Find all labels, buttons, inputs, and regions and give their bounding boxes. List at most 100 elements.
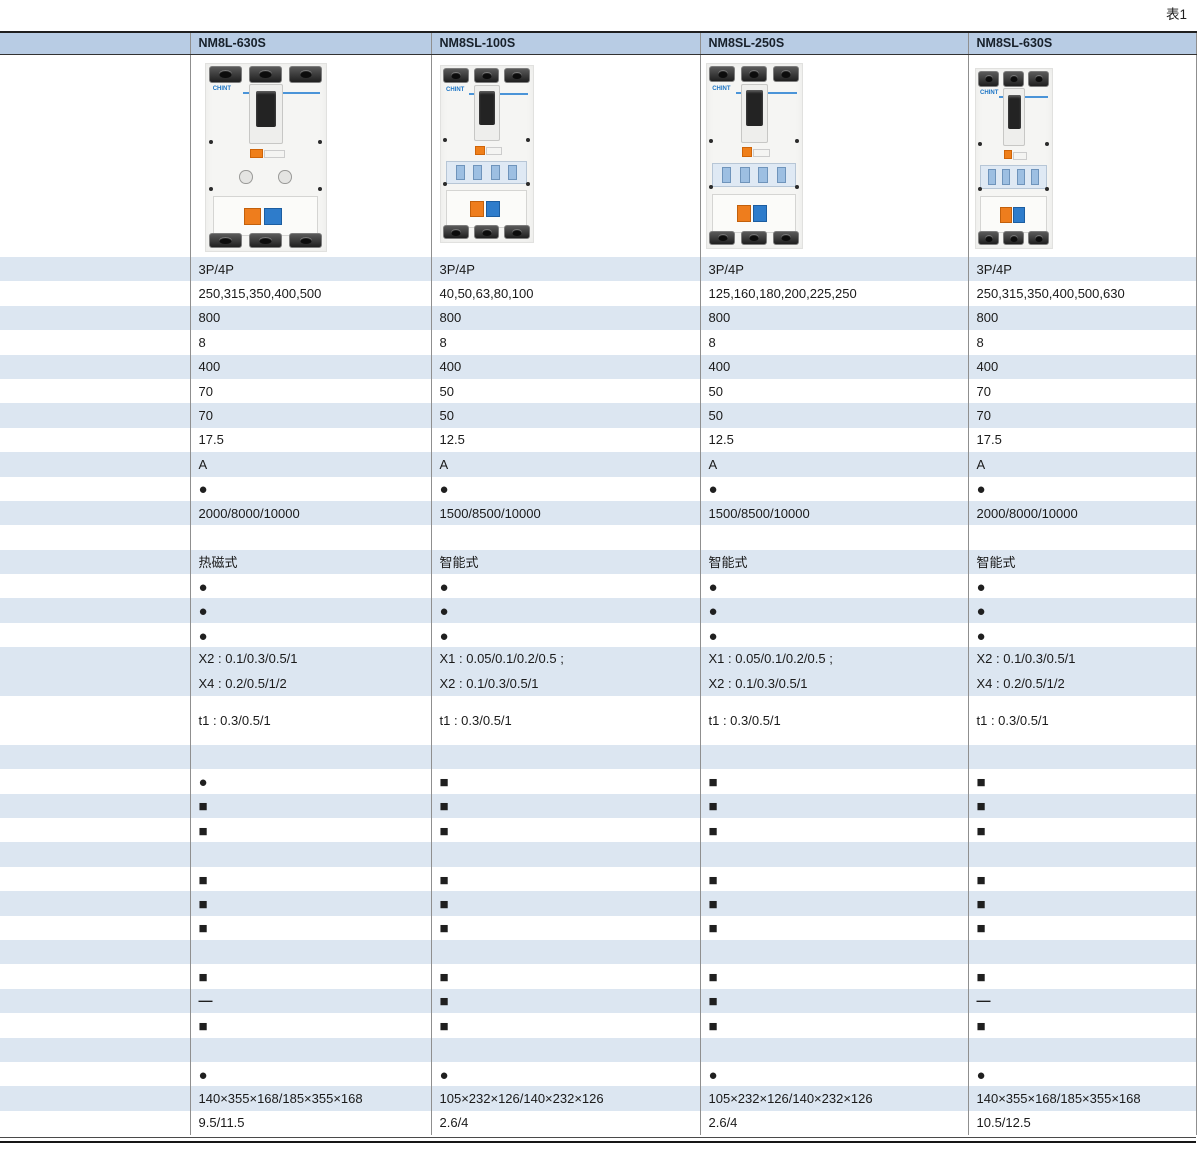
breaker-lower-panel <box>213 196 319 235</box>
table-bottom-border <box>0 1137 1196 1143</box>
spec-cell: 17.5 <box>190 428 431 452</box>
spec-row-19: ●■■■ <box>0 769 1196 793</box>
row-label-cell <box>0 1062 190 1086</box>
spec-cell <box>431 745 700 769</box>
dot-marker: ● <box>199 774 208 791</box>
breaker-test-button-blue <box>1013 207 1025 223</box>
spec-cell: ■ <box>700 867 968 891</box>
spec-row-29: ■■■■ <box>0 1013 1196 1037</box>
row-label-cell <box>0 428 190 452</box>
column-header-nm8sl-250s: NM8SL-250S <box>700 32 968 54</box>
row-label-cell <box>0 550 190 574</box>
row-label-cell <box>0 916 190 940</box>
dash-marker: — <box>199 992 213 1008</box>
spec-cell: 800 <box>700 306 968 330</box>
square-marker: ■ <box>440 993 449 1010</box>
spec-cell: 250,315,350,400,500,630 <box>968 281 1196 305</box>
breaker-lower-panel <box>712 194 796 233</box>
square-marker: ■ <box>977 896 986 913</box>
spec-cell: ● <box>431 477 700 501</box>
spec-cell <box>968 525 1196 549</box>
row-label-cell <box>0 623 190 647</box>
spec-cell: ● <box>700 598 968 622</box>
row-label-cell <box>0 477 190 501</box>
square-marker: ■ <box>709 1018 718 1035</box>
spec-cell <box>431 525 700 549</box>
spec-cell: 70 <box>190 403 431 427</box>
row-label-cell <box>0 598 190 622</box>
spec-row-24: ■■■■ <box>0 891 1196 915</box>
spec-table: NM8L-630S NM8SL-100S NM8SL-250S NM8SL-63… <box>0 31 1197 1135</box>
column-header-nm8sl-630s: NM8SL-630S <box>968 32 1196 54</box>
square-marker: ■ <box>709 823 718 840</box>
spec-cell: 3P/4P <box>700 257 968 281</box>
spec-cell <box>431 1038 700 1062</box>
product-image-nm8sl-630s: CHINT <box>975 68 1053 249</box>
breaker-bottom-terminals <box>978 231 1049 245</box>
breaker-handle <box>479 91 495 125</box>
breaker-rating-tag <box>250 149 263 158</box>
row-label-cell <box>0 989 190 1013</box>
breaker-top-terminals <box>978 71 1049 87</box>
breaker-handle <box>256 91 277 127</box>
spec-row-12: 热磁式智能式智能式智能式 <box>0 550 1196 574</box>
spec-cell: 400 <box>190 355 431 379</box>
breaker-handle-slot <box>741 84 769 143</box>
spec-cell <box>431 940 700 964</box>
spec-cell <box>968 842 1196 866</box>
spec-cell: 2.6/4 <box>431 1111 700 1135</box>
spec-row-15: ●●●● <box>0 623 1196 647</box>
spec-row-25: ■■■■ <box>0 916 1196 940</box>
product-cell-2: CHINT <box>431 54 700 257</box>
spec-cell: 1500/8500/10000 <box>431 501 700 525</box>
dot-marker: ● <box>199 579 208 596</box>
breaker-adjust-panel <box>213 164 319 188</box>
spec-cell: ■ <box>190 964 431 988</box>
square-marker: ■ <box>977 872 986 889</box>
row-label-cell <box>0 745 190 769</box>
dot-marker: ● <box>440 481 449 498</box>
dot-marker: ● <box>199 1067 208 1084</box>
spec-cell: ■ <box>968 794 1196 818</box>
row-label-cell <box>0 403 190 427</box>
dot-marker: ● <box>199 481 208 498</box>
breaker-adjust-panel <box>980 165 1047 188</box>
spec-cell: 8 <box>700 330 968 354</box>
spec-cell: ■ <box>190 867 431 891</box>
spec-cell: 140×355×168/185×355×168 <box>190 1086 431 1110</box>
spec-cell: 智能式 <box>431 550 700 574</box>
spec-cell: 800 <box>190 306 431 330</box>
spec-cell: 17.5 <box>968 428 1196 452</box>
spec-cell: ● <box>190 623 431 647</box>
spec-cell: 70 <box>190 379 431 403</box>
row-label-cell <box>0 525 190 549</box>
breaker-test-button-orange <box>244 208 262 225</box>
spec-cell: ■ <box>968 964 1196 988</box>
spec-cell: ■ <box>700 1013 968 1037</box>
spec-cell: 50 <box>431 403 700 427</box>
square-marker: ■ <box>977 823 986 840</box>
spec-row-26 <box>0 940 1196 964</box>
row-label-cell <box>0 818 190 842</box>
row-label-cell <box>0 696 190 745</box>
spec-row-2: 800800800800 <box>0 306 1196 330</box>
spec-cell: ■ <box>968 1013 1196 1037</box>
spec-cell: ■ <box>700 818 968 842</box>
spec-cell: t1 : 0.3/0.5/1 <box>968 696 1196 745</box>
page-root: 表1 NM8L-630S NM8SL-100S NM8SL-250S NM8SL… <box>0 0 1200 1155</box>
spec-row-28: —■■— <box>0 989 1196 1013</box>
spec-cell: 3P/4P <box>968 257 1196 281</box>
breaker-rating-tag <box>742 147 753 156</box>
spec-cell: ■ <box>190 891 431 915</box>
spec-cell: 12.5 <box>700 428 968 452</box>
spec-cell: ■ <box>700 769 968 793</box>
spec-cell: t1 : 0.3/0.5/1 <box>700 696 968 745</box>
product-image-nm8sl-100s: CHINT <box>440 65 534 243</box>
dot-marker: ● <box>977 628 986 645</box>
spec-cell: ● <box>700 623 968 647</box>
spec-cell: t1 : 0.3/0.5/1 <box>190 696 431 745</box>
square-marker: ■ <box>709 993 718 1010</box>
spec-cell: A <box>431 452 700 476</box>
spec-cell: ● <box>190 598 431 622</box>
spec-cell: ■ <box>431 964 700 988</box>
